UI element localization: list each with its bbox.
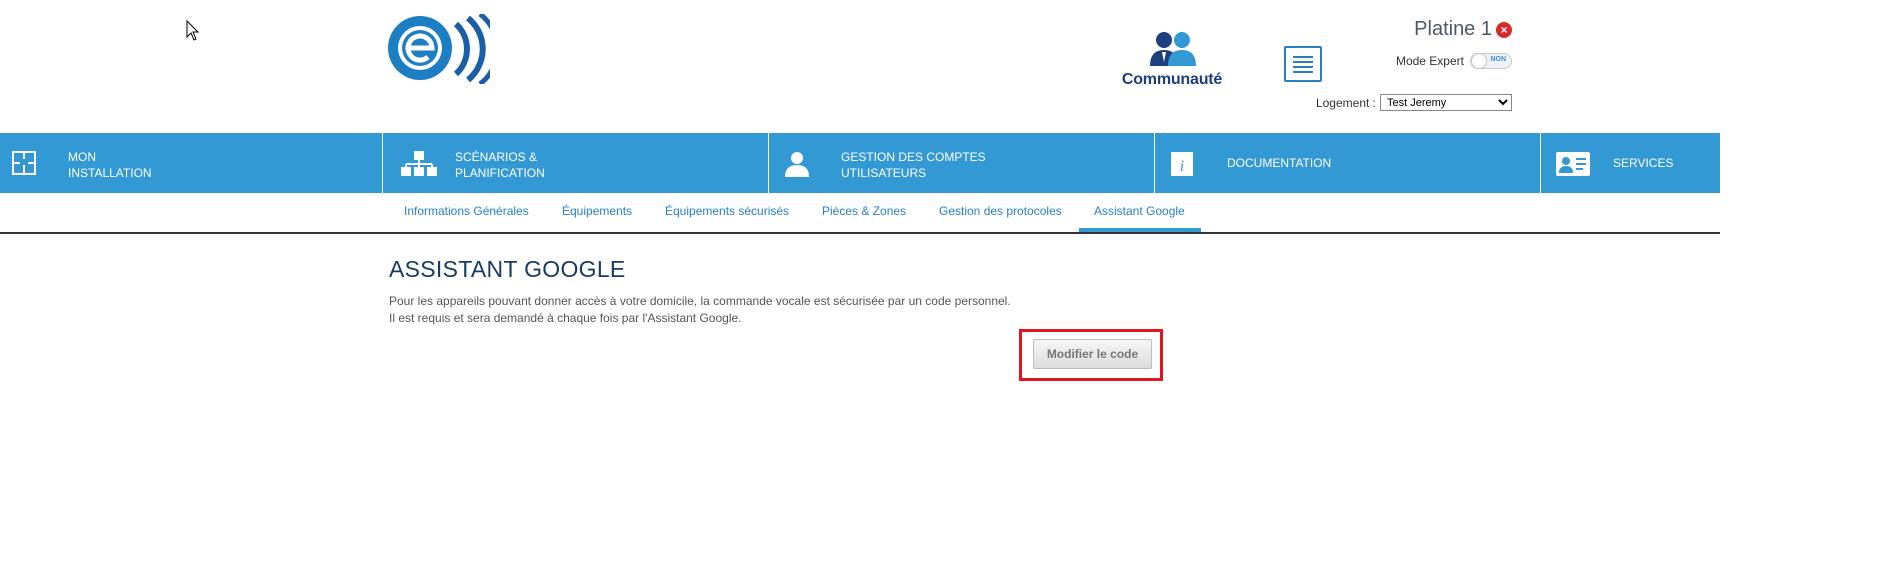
toggle-state-label: NON	[1490, 56, 1506, 63]
brand-logo-icon[interactable]	[386, 14, 490, 84]
tab-gestion-protocoles[interactable]: Gestion des protocoles	[939, 204, 1062, 218]
nav-line1: SERVICES	[1613, 156, 1674, 170]
mode-expert-label: Mode Expert	[1395, 54, 1464, 68]
nav-item-scenarios[interactable]: SCÉNARIOS & PLANIFICATION	[383, 133, 769, 193]
menu-list-icon[interactable]	[1284, 46, 1322, 82]
active-tab-indicator	[1079, 228, 1201, 232]
nav-label-documentation: DOCUMENTATION	[1227, 155, 1331, 171]
nav-line1: GESTION DES COMPTES	[841, 150, 986, 164]
mode-expert-toggle[interactable]: NON	[1470, 53, 1512, 69]
logement-select[interactable]: Test Jeremy	[1380, 94, 1512, 111]
logement-label: Logement :	[1315, 95, 1376, 110]
description-line-2: Il est requis et sera demandé à chaque f…	[389, 311, 742, 325]
community-link[interactable]: Communauté	[1116, 30, 1228, 88]
tab-pieces-zones[interactable]: Pièces & Zones	[822, 204, 906, 218]
nav-label-scenarios: SCÉNARIOS & PLANIFICATION	[455, 149, 545, 181]
tab-equipements-securises[interactable]: Équipements sécurisés	[665, 204, 789, 218]
nav-item-documentation[interactable]: i DOCUMENTATION	[1155, 133, 1541, 193]
nav-label-mon-installation: MON INSTALLATION	[68, 149, 152, 181]
logement-row: Logement : Test Jeremy	[1316, 94, 1512, 111]
nav-label-services: SERVICES	[1613, 155, 1673, 171]
main-nav: MON INSTALLATION SCÉNARIOS & PLANIFICATI…	[0, 133, 1720, 193]
page-title: ASSISTANT GOOGLE	[389, 256, 626, 282]
user-account-icon	[785, 152, 809, 177]
floor-plan-icon	[12, 151, 36, 175]
community-users-icon	[1150, 32, 1196, 66]
sub-nav: Informations Générales Équipements Équip…	[0, 193, 1720, 234]
services-card-icon	[1556, 152, 1590, 176]
page-description: Pour les appareils pouvant donner accès …	[389, 293, 1011, 327]
platine-header: Platine 1 ×	[1414, 18, 1512, 41]
tab-equipements[interactable]: Équipements	[562, 204, 632, 218]
mode-expert-row: Mode Expert NON	[1396, 53, 1512, 69]
nav-line1: MON	[68, 150, 96, 164]
nav-item-services[interactable]: SERVICES	[1541, 133, 1720, 193]
close-icon[interactable]: ×	[1496, 21, 1512, 38]
description-line-1: Pour les appareils pouvant donner accès …	[389, 294, 1011, 308]
nav-item-mon-installation[interactable]: MON INSTALLATION	[0, 133, 383, 193]
nav-line2: UTILISATEURS	[841, 166, 927, 180]
nav-line2: PLANIFICATION	[455, 166, 545, 180]
nav-line1: DOCUMENTATION	[1227, 156, 1332, 170]
tab-informations-generales[interactable]: Informations Générales	[404, 204, 529, 218]
platine-label: Platine 1	[1414, 18, 1492, 40]
mouse-cursor-icon	[186, 20, 200, 41]
nav-line1: SCÉNARIOS &	[455, 150, 538, 164]
info-document-icon: i	[1171, 152, 1193, 176]
community-label: Communauté	[1121, 71, 1223, 88]
nav-item-comptes[interactable]: GESTION DES COMPTES UTILISATEURS	[769, 133, 1155, 193]
svg-text:i: i	[1180, 158, 1184, 175]
nav-line2: INSTALLATION	[68, 166, 152, 180]
scenario-blocks-icon	[401, 151, 437, 176]
nav-label-comptes: GESTION DES COMPTES UTILISATEURS	[841, 149, 986, 181]
modify-code-button[interactable]: Modifier le code	[1033, 339, 1152, 369]
toggle-knob	[1471, 53, 1487, 69]
tab-assistant-google[interactable]: Assistant Google	[1094, 204, 1185, 218]
